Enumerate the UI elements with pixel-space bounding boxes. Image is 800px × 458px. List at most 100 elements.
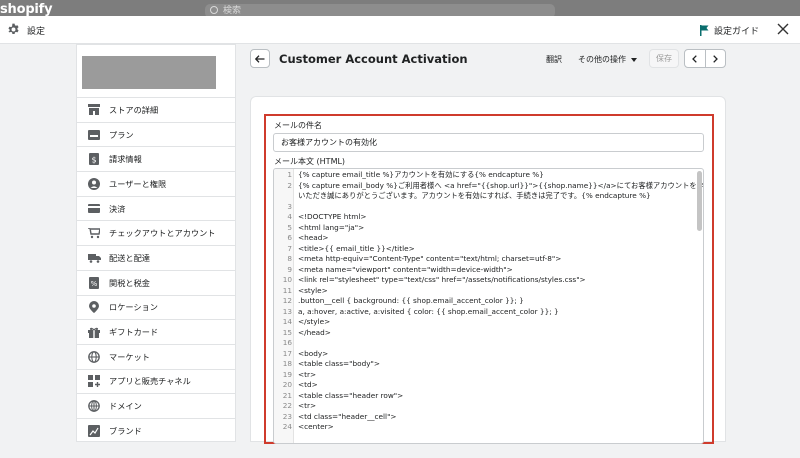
translate-button[interactable]: 翻訳: [546, 54, 562, 65]
sidebar-item-billing[interactable]: $ 請求情報: [77, 146, 235, 171]
code-line: 7 <title>{{ email_title }}</title>: [274, 244, 694, 255]
sidebar-item-label: ストアの詳細: [109, 104, 159, 115]
line-number: 12: [282, 296, 292, 305]
caret-down-icon: [631, 57, 637, 62]
line-text: <!DOCTYPE html>: [298, 212, 367, 221]
sidebar-item-taxes[interactable]: % 関税と税金: [77, 269, 235, 295]
line-text: <tr>: [298, 369, 317, 379]
line-number: 9: [287, 264, 292, 274]
line-text: <link rel="stylesheet" type="text/css" h…: [298, 275, 586, 284]
code-line: 17 <body>: [274, 349, 694, 360]
code-line: 4 <!DOCTYPE html>: [274, 212, 694, 223]
store-icon: [87, 103, 101, 117]
code-line: 12 .button__cell { background: {{ shop.e…: [274, 296, 694, 307]
sidebar-item-shipping[interactable]: 配送と配達: [77, 245, 235, 270]
line-number: 16: [282, 338, 292, 347]
back-button[interactable]: [250, 49, 270, 68]
line-number: 19: [282, 369, 292, 379]
plan-icon: [87, 128, 101, 142]
line-text: <td>: [298, 380, 318, 389]
sidebar-item-domains[interactable]: ドメイン: [77, 393, 235, 418]
domain-icon: [87, 399, 101, 413]
line-text: {% capture email_body %}ご利用者様へ <a href="…: [298, 180, 704, 190]
sidebar-item-label: 請求情報: [109, 154, 142, 165]
sidebar-item-markets[interactable]: マーケット: [77, 343, 235, 369]
sidebar-item-label: ロケーション: [109, 302, 158, 313]
sidebar-item-apps[interactable]: アプリと販売チャネル: [77, 368, 235, 394]
line-number: 20: [282, 380, 292, 389]
code-line: 8 <meta http-equiv="Content-Type" conten…: [274, 254, 694, 265]
code-line: 21 <table class="header row">: [274, 391, 694, 402]
previous-button[interactable]: [685, 50, 706, 67]
line-number: 8: [287, 254, 292, 263]
gift-icon: [87, 325, 101, 339]
pagination: [684, 49, 726, 68]
settings-nav-list: ストアの詳細 プラン $ 請求情報 ユーザーと権限 決済 チェックアウトとアカウ…: [77, 97, 235, 443]
line-number: 13: [282, 306, 292, 316]
sidebar-item-plan[interactable]: プラン: [77, 121, 235, 147]
save-button[interactable]: 保存: [649, 49, 679, 68]
code-line: 20 <td>: [274, 380, 694, 391]
sidebar-item-label: ギフトカード: [109, 327, 159, 338]
sidebar-item-brand[interactable]: ブランド: [77, 417, 235, 443]
line-number: 22: [282, 401, 292, 410]
sidebar-item-locations[interactable]: ロケーション: [77, 294, 235, 320]
sidebar-item-checkout[interactable]: チェックアウトとアカウント: [77, 220, 235, 245]
sidebar-item-label: 関税と税金: [109, 277, 150, 288]
line-number: 18: [282, 359, 292, 368]
shopify-logo: shopify: [0, 2, 53, 17]
code-line: 3: [274, 202, 694, 213]
flag-icon: [700, 24, 709, 36]
arrow-left-icon: [255, 54, 265, 63]
sidebar-item-label: プラン: [109, 129, 134, 140]
sidebar-item-payments[interactable]: 決済: [77, 195, 235, 221]
editor-scrollbar[interactable]: [697, 171, 702, 231]
close-icon[interactable]: [776, 22, 790, 36]
chevron-left-icon: [692, 54, 698, 63]
line-text: <meta name="viewport" content="width=dev…: [298, 264, 513, 274]
code-line: 1 {% capture email_title %}アカウントを有効にする{% …: [274, 170, 694, 181]
settings-sidebar: ストアの詳細 プラン $ 請求情報 ユーザーと権限 決済 チェックアウトとアカウ…: [76, 44, 236, 442]
search-icon: [210, 6, 218, 14]
line-number: 5: [287, 222, 292, 232]
code-line: 24 <center>: [274, 422, 694, 433]
sidebar-item-label: ブランド: [109, 425, 142, 436]
tax-icon: %: [87, 276, 101, 290]
sidebar-item-gift-cards[interactable]: ギフトカード: [77, 319, 235, 344]
line-text: <body>: [298, 348, 329, 358]
line-number: 4: [287, 212, 292, 221]
setup-guide-link[interactable]: 設定ガイド: [700, 23, 759, 37]
line-number: 3: [287, 201, 292, 211]
code-line: 16: [274, 338, 694, 349]
html-code-editor[interactable]: 1 {% capture email_title %}アカウントを有効にする{% …: [273, 168, 704, 444]
subject-input[interactable]: お客様アカウントの有効化: [273, 133, 704, 152]
line-number: 14: [282, 317, 292, 326]
line-text: <tr>: [298, 401, 317, 410]
code-line: 9 <meta name="viewport" content="width=d…: [274, 265, 694, 276]
settings-topbar: 設定 設定ガイド: [0, 16, 800, 44]
line-text: <meta http-equiv="Content-Type" content=…: [298, 254, 562, 263]
globe-icon: [87, 350, 101, 364]
svg-text:$: $: [91, 156, 96, 165]
settings-title: 設定: [27, 27, 46, 37]
next-button[interactable]: [706, 50, 726, 67]
code-line: 10 <link rel="stylesheet" type="text/css…: [274, 275, 694, 286]
gear-icon: [8, 23, 19, 34]
more-actions-label: その他の操作: [578, 55, 626, 64]
line-text: .button__cell { background: {{ shop.emai…: [298, 296, 524, 305]
more-actions-button[interactable]: その他の操作: [578, 54, 637, 65]
sidebar-item-label: ユーザーと権限: [109, 178, 167, 189]
sidebar-item-label: チェックアウトとアカウント: [109, 228, 216, 239]
apps-icon: [87, 374, 101, 388]
line-text: <head>: [298, 233, 329, 242]
sidebar-item-store-details[interactable]: ストアの詳細: [77, 97, 235, 122]
line-number: 6: [287, 233, 292, 242]
line-number: 1: [287, 170, 292, 179]
sidebar-item-users[interactable]: ユーザーと権限: [77, 171, 235, 196]
code-line: いただき誠にありがとうございます。アカウントを有効にすれば、手続きは完了です。{…: [274, 191, 694, 202]
search-placeholder: 検索: [223, 6, 242, 16]
code-line: 19 <tr>: [274, 370, 694, 381]
location-icon: [87, 300, 101, 314]
code-line: 2 {% capture email_body %}ご利用者様へ <a href=…: [274, 181, 703, 192]
page-title: Customer Account Activation: [279, 52, 468, 66]
